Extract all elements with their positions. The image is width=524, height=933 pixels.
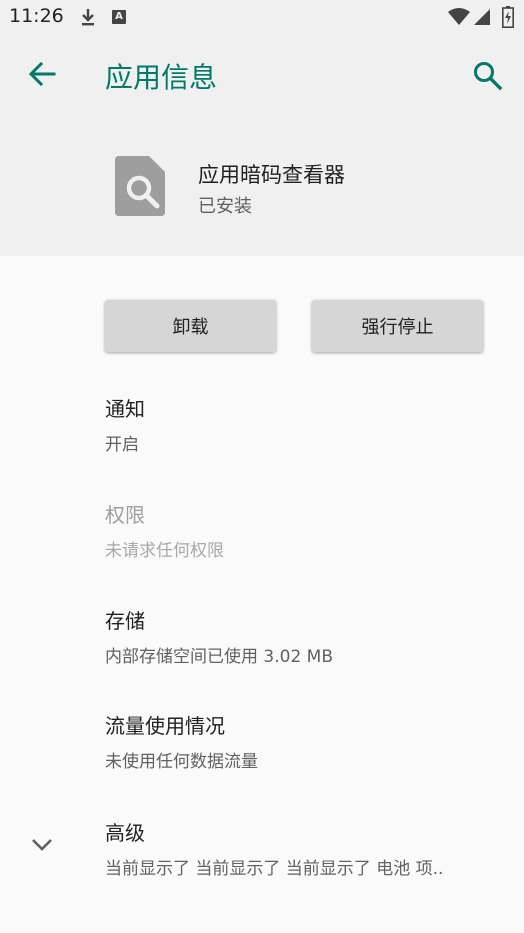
wifi-icon xyxy=(448,8,470,25)
status-time: 11:26 xyxy=(9,5,64,27)
setting-notifications[interactable]: 通知 开启 xyxy=(105,393,145,455)
setting-subtitle: 未请求任何权限 xyxy=(105,541,224,561)
uninstall-button[interactable]: 卸载 xyxy=(105,300,276,352)
chevron-down-icon[interactable] xyxy=(28,830,56,858)
setting-advanced[interactable]: 高级 当前显示了 当前显示了 当前显示了 电池 项.. xyxy=(105,817,505,879)
setting-subtitle: 开启 xyxy=(105,435,139,455)
cell-signal-icon xyxy=(474,9,490,25)
arrow-back-icon[interactable] xyxy=(24,56,60,92)
page-title: 应用信息 xyxy=(105,61,218,94)
setting-title: 高级 xyxy=(105,821,145,845)
setting-permissions: 权限 未请求任何权限 xyxy=(105,499,224,561)
status-bar: 11:26 A xyxy=(0,0,524,34)
setting-subtitle: 未使用任何数据流量 xyxy=(105,752,258,772)
setting-storage[interactable]: 存储 内部存储空间已使用 3.02 MB xyxy=(105,605,333,667)
a-notification-icon: A xyxy=(112,10,126,24)
app-install-status: 已安装 xyxy=(198,196,252,217)
battery-icon xyxy=(502,6,514,28)
setting-title: 通知 xyxy=(105,397,145,421)
setting-title: 存储 xyxy=(105,609,145,633)
app-name: 应用暗码查看器 xyxy=(198,163,345,187)
setting-subtitle: 当前显示了 当前显示了 当前显示了 电池 项.. xyxy=(105,859,444,879)
app-info-header: 应用信息 应用暗码查看器 已安装 xyxy=(0,34,524,256)
setting-title: 流量使用情况 xyxy=(105,714,225,738)
setting-data-usage[interactable]: 流量使用情况 未使用任何数据流量 xyxy=(105,710,258,772)
force-stop-button[interactable]: 强行停止 xyxy=(312,300,483,352)
download-icon xyxy=(82,9,94,26)
search-icon[interactable] xyxy=(470,58,506,94)
setting-title: 权限 xyxy=(105,503,145,527)
file-search-icon xyxy=(115,156,165,216)
setting-subtitle: 内部存储空间已使用 3.02 MB xyxy=(105,647,333,667)
